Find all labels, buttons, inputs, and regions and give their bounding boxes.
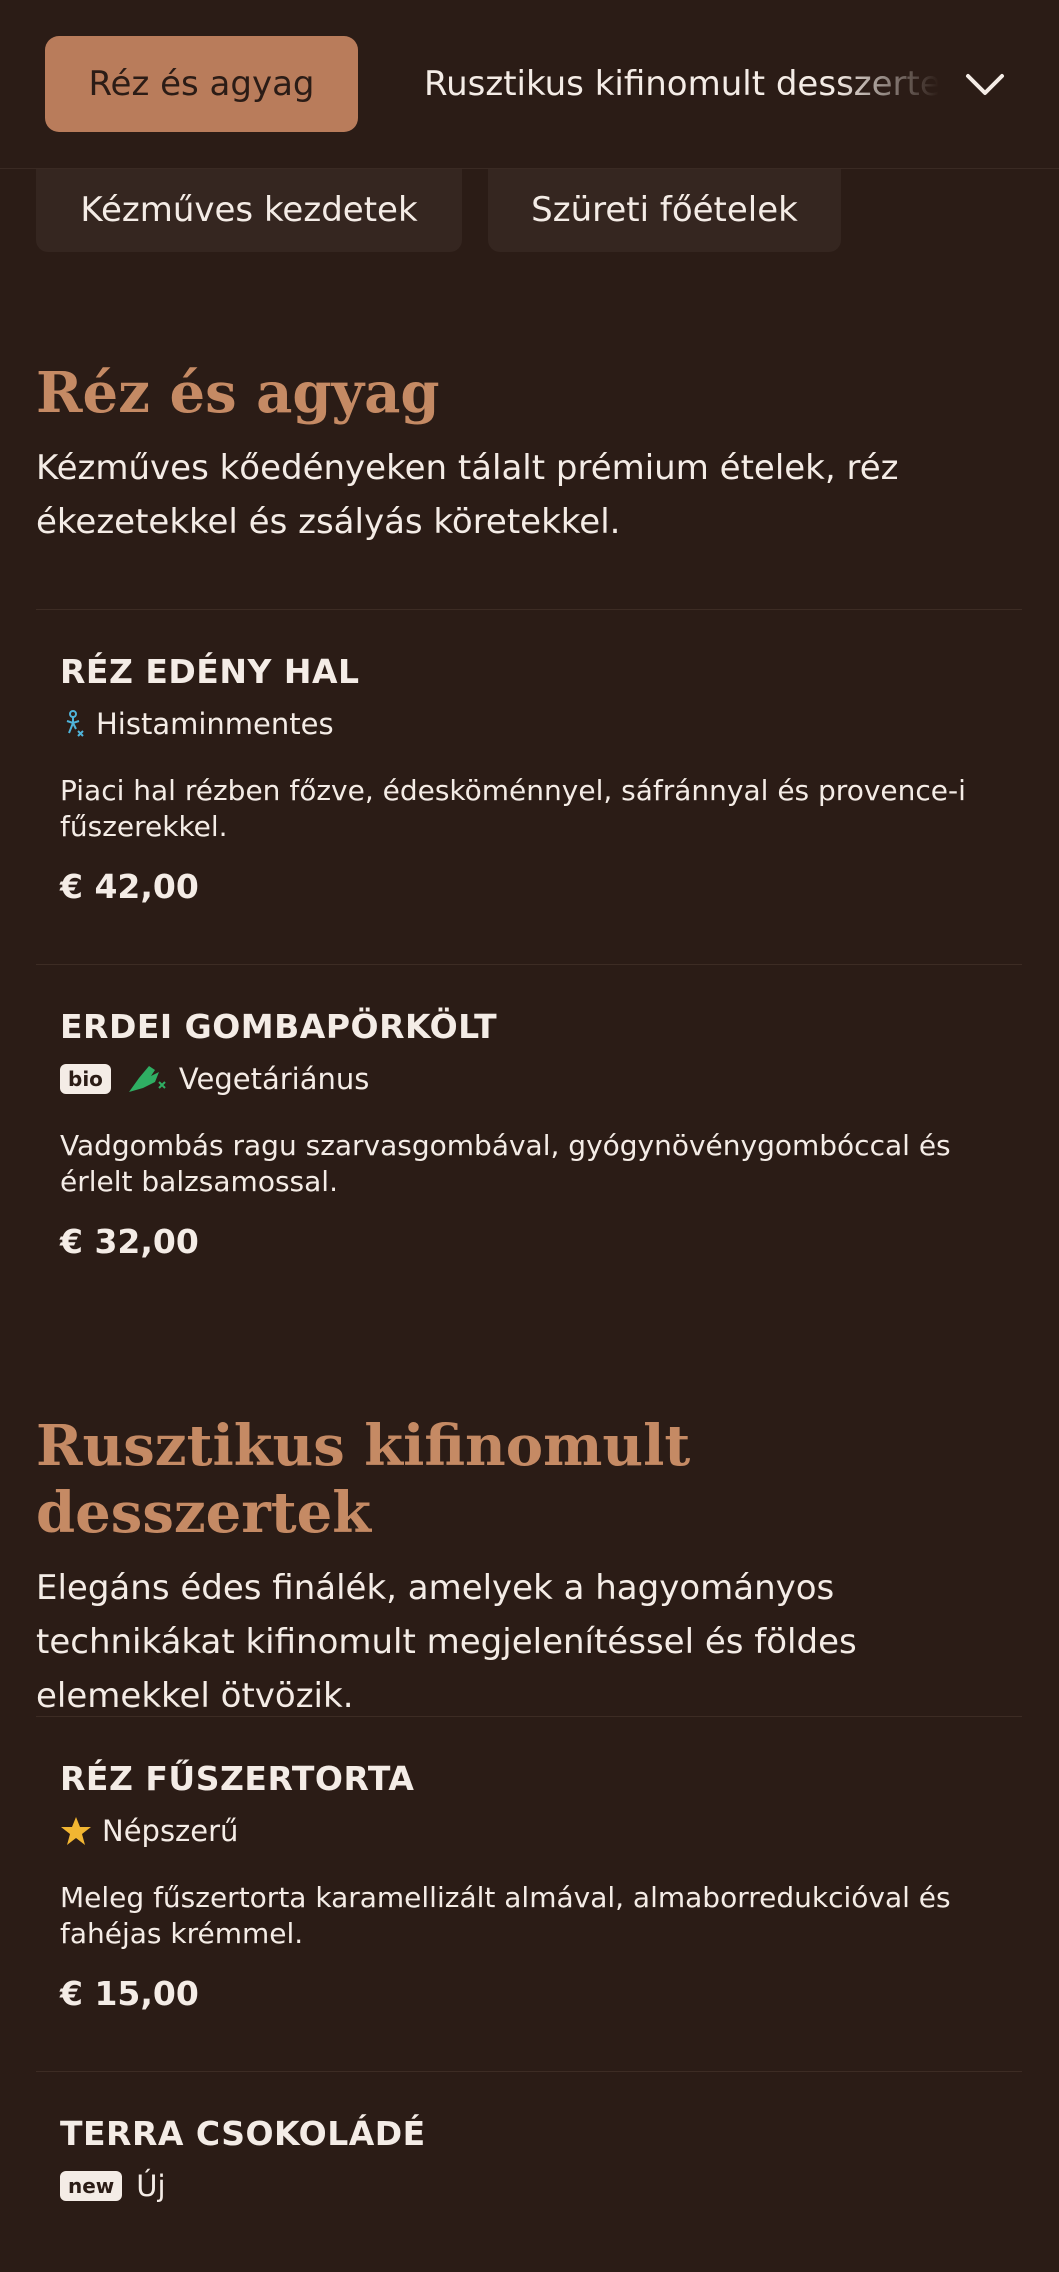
item-price: € 42,00 [60, 867, 199, 906]
item-description: Vadgombás ragu szarvasgombával, gyógynöv… [60, 1129, 951, 1198]
menu-list: RÉZ FŰSZERTORTA Népszerű Meleg fűszertor… [36, 1716, 1022, 2272]
section-description: Kézműves kőedényeken tálalt prémium étel… [36, 448, 899, 543]
menu-item[interactable]: TERRA CSOKOLÁDÉ new Új [36, 2072, 1022, 2272]
item-description: Piaci hal rézben főzve, édesköménnyel, s… [60, 774, 966, 843]
category-nav: Réz és agyag Rusztikus kifinomult dessze… [0, 0, 1059, 169]
item-tags: new Új [60, 2169, 1022, 2203]
item-tag: Histaminmentes [60, 707, 1022, 741]
section-title: Réz és agyag [36, 360, 440, 426]
menu-item[interactable]: RÉZ EDÉNY HAL Histaminmentes Piaci hal r… [36, 610, 1022, 964]
tab-rusztikus-desszertek[interactable]: Rusztikus kifinomult desszertek [424, 36, 939, 132]
tag-label: Vegetáriánus [178, 1062, 370, 1096]
section-description: Elegáns édes finálék, amelyek a hagyomán… [36, 1568, 857, 1717]
tab-rez-es-agyag[interactable]: Réz és agyag [45, 36, 358, 132]
item-name: RÉZ FŰSZERTORTA [60, 1759, 415, 1798]
menu-item[interactable]: ERDEI GOMBAPÖRKÖLT bio Vegetáriánus Vadg… [36, 965, 1022, 1319]
new-badge: new [60, 2171, 123, 2201]
item-name: ERDEI GOMBAPÖRKÖLT [60, 1007, 498, 1046]
item-tags: bio Vegetáriánus [60, 1062, 1022, 1096]
section-title: Rusztikus kifinomult desszertek [36, 1413, 691, 1547]
tag-label: Histaminmentes [96, 707, 334, 741]
chevron-down-icon[interactable] [960, 60, 1010, 110]
vegetarian-icon [128, 1066, 166, 1092]
item-price: € 15,00 [60, 1974, 199, 2013]
tab-kezmuves-kezdetek[interactable]: Kézműves kezdetek [36, 168, 462, 252]
section-rusztikus-desszertek: Rusztikus kifinomult desszertek Elegáns … [36, 1413, 1022, 1723]
tag-label: Népszerű [102, 1814, 239, 1848]
item-tag: Népszerű [60, 1814, 1022, 1848]
item-description: Meleg fűszertorta karamellizált almával,… [60, 1881, 951, 1950]
section-rez-es-agyag: Réz és agyag Kézműves kőedényeken tálalt… [36, 360, 1022, 549]
tab-szureti-foetelek[interactable]: Szüreti főételek [488, 168, 841, 252]
menu-item[interactable]: RÉZ FŰSZERTORTA Népszerű Meleg fűszertor… [36, 1717, 1022, 2071]
tag-label: Új [136, 2169, 166, 2203]
category-tabs-row: Kézműves kezdetek Szüreti főételek [0, 168, 1059, 252]
item-name: RÉZ EDÉNY HAL [60, 652, 360, 691]
star-icon [61, 1817, 91, 1845]
menu-list: RÉZ EDÉNY HAL Histaminmentes Piaci hal r… [36, 609, 1022, 1319]
histamine-free-icon [66, 710, 84, 737]
item-name: TERRA CSOKOLÁDÉ [60, 2114, 426, 2153]
bio-badge: bio [60, 1064, 111, 1094]
item-price: € 32,00 [60, 1222, 199, 1261]
